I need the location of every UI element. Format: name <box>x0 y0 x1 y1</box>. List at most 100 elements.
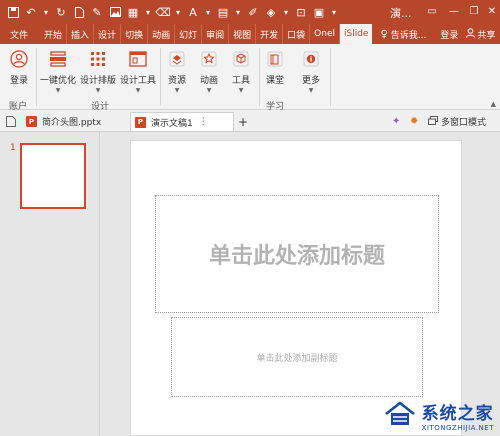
ribbon-display-icon[interactable]: ▭ <box>424 4 440 18</box>
tab-view[interactable]: 视图 <box>229 24 257 44</box>
more-button[interactable]: 更多 ▼ <box>300 48 322 94</box>
chevron-down-icon: ▼ <box>238 87 244 94</box>
document-tab-bar: P 简介头图.pptx P 演示文稿1 ⋮ + ✦ ✹ 多窗口模式 <box>0 110 500 132</box>
font-color-icon[interactable]: A <box>184 0 202 24</box>
tell-me-search[interactable]: ♀ 告诉我... <box>380 28 426 41</box>
tab-slideshow[interactable]: 幻灯 <box>175 24 203 44</box>
tab-onekey[interactable]: Onel <box>310 24 340 44</box>
focus-icon[interactable]: ⊡ <box>292 0 310 24</box>
tab-design[interactable]: 设计 <box>94 24 122 44</box>
screenshot-icon[interactable]: ▣ <box>310 0 328 24</box>
shapes-icon[interactable]: ▦ <box>124 0 142 24</box>
watermark-url: XITONGZHIJIA.NET <box>421 424 494 432</box>
tab-review[interactable]: 审阅 <box>202 24 230 44</box>
title-placeholder[interactable]: 单击此处添加标题 <box>155 195 439 313</box>
align-dropdown-icon[interactable]: ▾ <box>232 0 244 24</box>
picture-icon[interactable] <box>106 0 124 24</box>
chevron-down-icon: ▼ <box>174 87 180 94</box>
resources-label: 资源 <box>167 76 186 86</box>
chevron-down-icon: ▼ <box>95 87 101 94</box>
close-icon[interactable]: ✕ <box>484 4 500 18</box>
customize-qat-icon[interactable]: ▾ <box>328 0 340 24</box>
ribbon: 登录 账户 一键优化 ▼ 设计排版 ▼ 设计工具 ▼ 设计 资源 ▼ 动画 ▼ … <box>0 44 500 112</box>
slide-canvas[interactable]: 单击此处添加标题 单击此处添加副标题 <box>130 140 462 436</box>
classroom-label: 课堂 <box>265 76 284 86</box>
settings-gear-icon[interactable]: ✹ <box>410 112 418 131</box>
tell-me-label: 告诉我... <box>390 30 427 41</box>
format-painter-icon[interactable]: ✐ <box>244 0 262 24</box>
watermark-title: 系统之家 <box>421 404 494 424</box>
tab-insert[interactable]: 插入 <box>67 24 95 44</box>
resources-icon <box>166 48 188 70</box>
tab-home[interactable]: 开始 <box>40 24 68 44</box>
person-icon <box>466 27 476 41</box>
animation-button[interactable]: 动画 ▼ <box>198 48 220 94</box>
font-color-dropdown-icon[interactable]: ▾ <box>202 0 214 24</box>
slide-thumbnail[interactable] <box>20 143 86 209</box>
effects-icon[interactable]: ✦ <box>392 112 400 131</box>
restore-icon[interactable]: ❐ <box>466 4 482 18</box>
tab-file[interactable]: 文件 <box>0 24 40 44</box>
new-file-icon[interactable] <box>70 0 88 24</box>
grid-icon <box>87 48 109 70</box>
subtitle-placeholder[interactable]: 单击此处添加副标题 <box>171 317 423 397</box>
group-separator <box>160 48 161 106</box>
more-label: 更多 <box>301 76 320 86</box>
login-button-label: 登录 <box>9 76 28 86</box>
chevron-down-icon: ▼ <box>308 87 314 94</box>
powerpoint-icon: P <box>26 116 37 127</box>
redo-icon[interactable]: ↻ <box>52 0 70 24</box>
document-tab-2[interactable]: P 演示文稿1 ⋮ <box>130 112 234 131</box>
tab-animations[interactable]: 动画 <box>148 24 176 44</box>
lightbulb-icon: ♀ <box>380 28 388 40</box>
add-tab-icon[interactable]: + <box>238 112 248 131</box>
share-button[interactable]: 共享 <box>466 27 496 41</box>
chevron-down-icon: ▼ <box>55 87 61 94</box>
new-doc-icon[interactable] <box>4 112 18 131</box>
pen-icon[interactable]: ✎ <box>88 0 106 24</box>
layers-icon <box>47 48 69 70</box>
design-tools-button[interactable]: 设计工具 ▼ <box>120 48 156 94</box>
classroom-button[interactable]: 课堂 <box>264 48 286 86</box>
undo-dropdown-icon[interactable]: ▾ <box>40 0 52 24</box>
one-click-optimize-label: 一键优化 <box>40 76 77 86</box>
shapes-dropdown-icon[interactable]: ▾ <box>142 0 154 24</box>
one-click-optimize-button[interactable]: 一键优化 ▼ <box>40 48 76 94</box>
eraser-dropdown-icon[interactable]: ▾ <box>172 0 184 24</box>
save-icon[interactable] <box>4 0 22 24</box>
sign-in-link[interactable]: 登录 <box>440 28 458 41</box>
tab-transitions[interactable]: 切换 <box>121 24 149 44</box>
multi-window-label: 多窗口模式 <box>441 118 487 128</box>
watermark-logo: 系统之家 XITONGZHIJIA.NET <box>382 399 494 432</box>
login-button[interactable]: 登录 <box>8 48 30 86</box>
chevron-down-icon: ▼ <box>135 87 141 94</box>
tab-pocket[interactable]: 口袋 <box>283 24 311 44</box>
resources-button[interactable]: 资源 ▼ <box>166 48 188 94</box>
minimize-icon[interactable]: — <box>446 4 462 18</box>
book-icon <box>264 48 286 70</box>
collapse-ribbon-icon[interactable]: ▲ <box>491 100 496 108</box>
tab-developer[interactable]: 开发 <box>256 24 284 44</box>
multi-window-button[interactable]: 多窗口模式 <box>428 112 486 131</box>
tab-islide[interactable]: iSlide <box>340 24 373 44</box>
design-layout-label: 设计排版 <box>80 76 117 86</box>
slide-editor: 单击此处添加标题 单击此处添加副标题 <box>100 132 500 436</box>
design-layout-button[interactable]: 设计排版 ▼ <box>80 48 116 94</box>
align-icon[interactable]: ▤ <box>214 0 232 24</box>
more-options-icon[interactable]: ⋮ <box>199 117 208 127</box>
document-tab-1[interactable]: P 简介头图.pptx <box>26 112 101 131</box>
design-tools-label: 设计工具 <box>120 76 157 86</box>
shape-fill-icon[interactable]: ◈ <box>262 0 280 24</box>
tools-button[interactable]: 工具 ▼ <box>230 48 252 94</box>
eraser-icon[interactable]: ⌫ <box>154 0 172 24</box>
house-logo-icon <box>382 400 418 431</box>
shape-fill-dropdown-icon[interactable]: ▾ <box>280 0 292 24</box>
slide-thumbnails-pane: 1 <box>0 132 100 436</box>
share-label: 共享 <box>477 30 496 41</box>
powerpoint-icon: P <box>135 116 146 128</box>
ribbon-tabs: 文件 开始 插入 设计 切换 动画 幻灯 审阅 视图 开发 口袋 Onel iS… <box>0 24 500 44</box>
user-circle-icon <box>8 48 30 70</box>
window-title: 演... <box>390 7 412 20</box>
undo-icon[interactable]: ↶ <box>22 0 40 24</box>
window-tools-icon <box>127 48 149 70</box>
